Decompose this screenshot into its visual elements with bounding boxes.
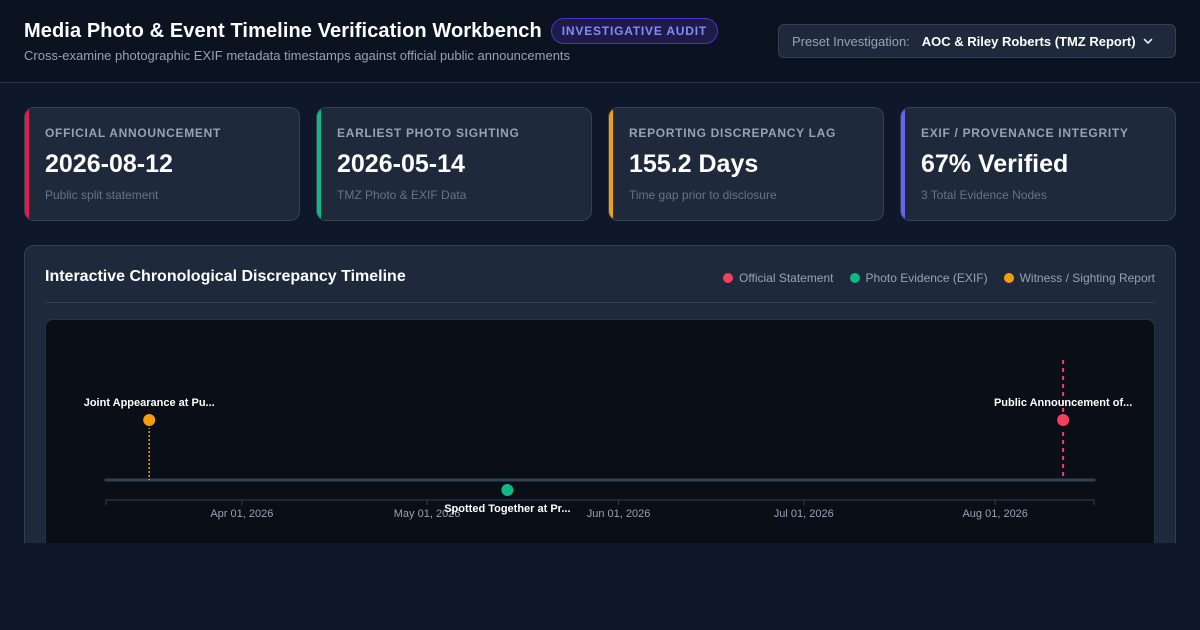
legend-item-photo: Photo Evidence (EXIF) xyxy=(849,271,988,285)
tick-label: Jun 01, 2026 xyxy=(587,508,651,520)
title-row: Media Photo & Event Timeline Verificatio… xyxy=(24,18,719,44)
card-label: EARLIEST PHOTO SIGHTING xyxy=(337,126,520,140)
card-value: 155.2 Days xyxy=(629,150,759,178)
card-exif-integrity: EXIF / PROVENANCE INTEGRITY 67% Verified… xyxy=(900,107,1176,221)
legend-item-official: Official Statement xyxy=(723,271,834,285)
card-earliest-photo-sighting: EARLIEST PHOTO SIGHTING 2026-05-14 TMZ P… xyxy=(316,107,592,221)
event-label: Public Announcement of... xyxy=(994,397,1132,409)
app-title: Media Photo & Event Timeline Verificatio… xyxy=(24,19,542,42)
legend-dot xyxy=(723,273,734,283)
card-note: 3 Total Evidence Nodes xyxy=(921,188,1047,202)
card-value: 67% Verified xyxy=(921,150,1069,178)
card-accent xyxy=(901,108,905,220)
tick-label: Apr 01, 2026 xyxy=(210,508,273,520)
card-official-announcement: OFFICIAL ANNOUNCEMENT 2026-08-12 Public … xyxy=(24,107,300,221)
card-value: 2026-08-12 xyxy=(45,150,173,178)
preset-value: AOC & Riley Roberts (TMZ Report) xyxy=(921,33,1136,49)
chevron-down-icon xyxy=(1142,35,1154,47)
event-marker-witness[interactable] xyxy=(141,412,158,428)
card-accent xyxy=(317,108,321,220)
card-label: REPORTING DISCREPANCY LAG xyxy=(629,126,837,140)
event-label: Joint Appearance at Pu... xyxy=(84,397,215,409)
card-note: Time gap prior to disclosure xyxy=(629,188,777,202)
panel-divider xyxy=(45,302,1155,303)
legend-dot xyxy=(849,273,860,283)
event-marker-official[interactable] xyxy=(1055,412,1072,428)
card-label: EXIF / PROVENANCE INTEGRITY xyxy=(921,126,1129,140)
card-value: 2026-05-14 xyxy=(337,150,465,178)
card-accent xyxy=(609,108,613,220)
tick-label: Aug 01, 2026 xyxy=(962,508,1027,520)
legend-label: Witness / Sighting Report xyxy=(1019,271,1155,285)
timeline-panel: Interactive Chronological Discrepancy Ti… xyxy=(24,245,1176,559)
page-bottom xyxy=(0,543,1200,630)
tick-label: Jul 01, 2026 xyxy=(774,508,834,520)
card-label: OFFICIAL ANNOUNCEMENT xyxy=(45,126,222,140)
legend-item-witness: Witness / Sighting Report xyxy=(1003,271,1155,285)
timeline-svg: Apr 01, 2026 May 01, 2026 Jun 01, 2026 Jul … xyxy=(84,360,1132,520)
preset-label: Preset Investigation: xyxy=(792,33,910,49)
timeline-canvas[interactable]: Apr 01, 2026 May 01, 2026 Jun 01, 2026 Jul … xyxy=(45,319,1155,559)
card-discrepancy-lag: REPORTING DISCREPANCY LAG 155.2 Days Tim… xyxy=(608,107,884,221)
event-label: Spotted Together at Pr... xyxy=(444,503,570,515)
legend-dot xyxy=(1003,273,1014,283)
card-note: TMZ Photo & EXIF Data xyxy=(337,188,467,202)
timeline-title: Interactive Chronological Discrepancy Ti… xyxy=(45,268,406,285)
preset-investigation-select[interactable]: Preset Investigation: AOC & Riley Robert… xyxy=(778,24,1176,58)
timeline-legend: Official Statement Photo Evidence (EXIF)… xyxy=(707,271,1155,285)
legend-label: Photo Evidence (EXIF) xyxy=(865,271,988,285)
card-accent xyxy=(25,108,29,220)
app-header: Media Photo & Event Timeline Verificatio… xyxy=(0,0,1200,83)
event-marker-photo[interactable] xyxy=(499,482,516,498)
audit-badge: INVESTIGATIVE AUDIT xyxy=(550,18,719,44)
card-note: Public split statement xyxy=(45,188,159,202)
legend-label: Official Statement xyxy=(739,271,834,285)
app-subtitle: Cross-examine photographic EXIF metadata… xyxy=(24,48,571,63)
